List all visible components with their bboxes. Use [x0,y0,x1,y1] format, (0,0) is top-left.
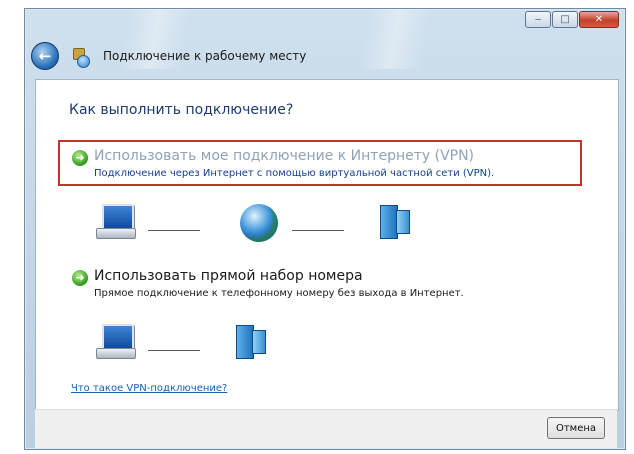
dialog-window: ‒ □ ✕ ← Подключение к рабочему месту Как… [24,8,626,450]
globe-icon [240,204,278,242]
glass-decoration [325,9,465,69]
computer-icon [96,324,136,360]
back-button[interactable]: ← [31,42,59,70]
computer-icon [96,204,136,240]
help-link[interactable]: Что такое VPN-подключение? [71,383,227,394]
content-panel: Как выполнить подключение? ➜ Использоват… [35,79,619,411]
network-connection-icon [69,46,90,68]
option-vpn-title[interactable]: Использовать мое подключение к Интернету… [94,148,474,164]
green-arrow-icon: ➜ [72,270,88,286]
server-icon [376,205,410,239]
server-icon [232,325,266,359]
option-dialup-description: Прямое подключение к телефонному номеру … [94,288,464,299]
connection-line [148,230,200,231]
cancel-button[interactable]: Отмена [547,417,605,439]
option-vpn-description: Подключение через Интернет с помощью вир… [94,168,495,179]
maximize-button[interactable]: □ [552,11,578,28]
back-arrow-icon: ← [38,47,52,65]
caption-buttons: ‒ □ ✕ [525,11,619,28]
close-button[interactable]: ✕ [579,11,619,28]
connection-line [292,230,344,231]
option-dialup-title[interactable]: Использовать прямой набор номера [94,268,363,284]
window-title: Подключение к рабочему месту [103,49,307,63]
connection-line [148,350,200,351]
page-heading: Как выполнить подключение? [69,102,294,118]
minimize-button[interactable]: ‒ [525,11,551,28]
button-bar: Отмена [35,409,617,448]
green-arrow-icon: ➜ [72,150,88,166]
title-row: ← Подключение к рабочему месту [31,41,306,71]
